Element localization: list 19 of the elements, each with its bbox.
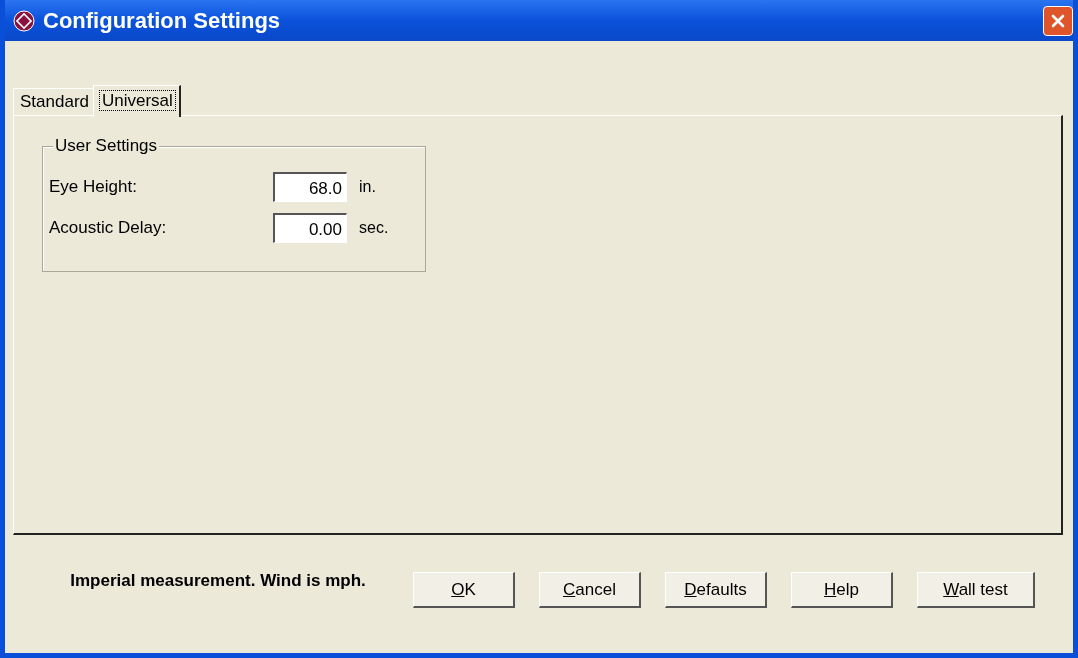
tab[interactable]: Universal xyxy=(93,85,181,117)
dialog-button[interactable]: OK xyxy=(413,572,515,608)
dialog-button[interactable]: Wall test xyxy=(917,572,1035,608)
close-icon xyxy=(1050,12,1066,29)
unit-label: sec. xyxy=(359,219,389,237)
dialog-button[interactable]: Help xyxy=(791,572,893,608)
close-button[interactable] xyxy=(1043,5,1073,36)
field-label: Acoustic Delay: xyxy=(49,218,168,238)
dialog-button[interactable]: Cancel xyxy=(539,572,641,608)
field-label: Eye Height: xyxy=(49,177,138,197)
input-field[interactable]: 68.0 xyxy=(273,172,347,202)
window-title: Configuration Settings xyxy=(43,7,282,34)
group-title: User Settings xyxy=(53,136,160,156)
status-text: Imperial measurement. Wind is mph. xyxy=(69,569,367,591)
unit-label: in. xyxy=(359,178,376,196)
input-field[interactable]: 0.00 xyxy=(273,213,347,243)
dialog-button[interactable]: Defaults xyxy=(665,572,767,608)
tab[interactable]: Standard xyxy=(13,88,93,115)
app-icon xyxy=(13,9,35,32)
